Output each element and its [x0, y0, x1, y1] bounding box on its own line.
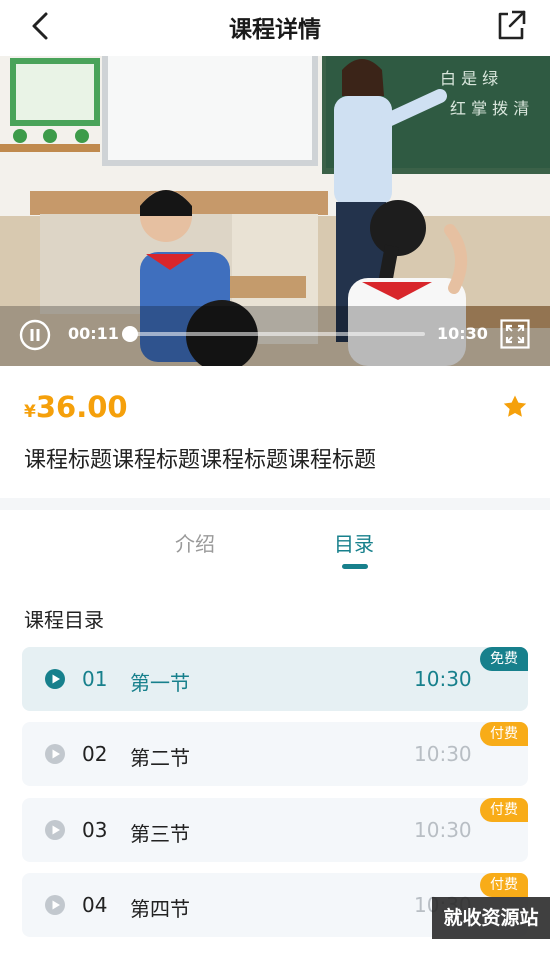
lesson-name: 第一节: [130, 671, 190, 695]
course-price: ¥36.00: [24, 390, 128, 424]
lesson-item[interactable]: 01 第一节 10:30 免费: [22, 647, 528, 711]
currency-symbol: ¥: [24, 402, 36, 422]
total-time: 10:30: [437, 324, 488, 343]
lesson-name: 第二节: [130, 746, 190, 770]
lesson-number: 04: [82, 893, 108, 917]
lesson-item[interactable]: 03 第三节 10:30 付费: [22, 798, 528, 862]
play-circle-icon: [45, 669, 65, 689]
watermark: 就收资源站: [432, 897, 550, 939]
tab-intro[interactable]: 介绍: [175, 528, 215, 557]
current-time: 00:11: [68, 324, 119, 343]
fullscreen-icon[interactable]: [500, 319, 530, 349]
lesson-name: 第四节: [130, 897, 190, 921]
video-controls: 00:11 10:30: [0, 306, 550, 366]
tab-bar: 介绍 目录: [0, 510, 550, 580]
section-divider: [0, 498, 550, 510]
play-circle-icon: [45, 820, 65, 840]
pause-icon[interactable]: [19, 319, 51, 351]
lesson-item[interactable]: 02 第二节 10:30 付费: [22, 722, 528, 786]
course-title: 课程标题课程标题课程标题课程标题: [24, 448, 377, 473]
catalog-title: 课程目录: [24, 608, 104, 632]
progress-knob[interactable]: [122, 326, 139, 342]
share-external-icon[interactable]: [494, 8, 528, 42]
page-title: 课程详情: [229, 17, 321, 43]
lesson-number: 02: [82, 742, 108, 766]
lesson-number: 01: [82, 667, 108, 691]
svg-text:红 掌 拨 清: 红 掌 拨 清: [450, 99, 529, 118]
paid-badge: 付费: [480, 722, 528, 746]
lesson-name: 第三节: [130, 822, 190, 846]
video-player[interactable]: 白 是 绿 红 掌 拨 清 00:11 10:30: [0, 56, 550, 366]
price-value: 36.00: [35, 390, 128, 424]
lesson-duration: 10:30: [414, 667, 472, 691]
play-circle-icon: [45, 895, 65, 915]
paid-badge: 付费: [480, 798, 528, 822]
lesson-duration: 10:30: [414, 818, 472, 842]
tab-active-indicator: [342, 564, 368, 569]
svg-text:白 是 绿: 白 是 绿: [440, 69, 498, 88]
star-icon[interactable]: [502, 394, 528, 420]
lesson-duration: 10:30: [414, 742, 472, 766]
paid-badge: 付费: [480, 873, 528, 897]
progress-bar[interactable]: [122, 326, 425, 342]
play-circle-icon: [45, 744, 65, 764]
lesson-number: 03: [82, 818, 108, 842]
header-bar: 课程详情: [0, 0, 550, 56]
course-info: ¥36.00 课程标题课程标题课程标题课程标题: [0, 366, 550, 498]
tab-catalog[interactable]: 目录: [334, 528, 374, 557]
free-badge: 免费: [480, 647, 528, 671]
